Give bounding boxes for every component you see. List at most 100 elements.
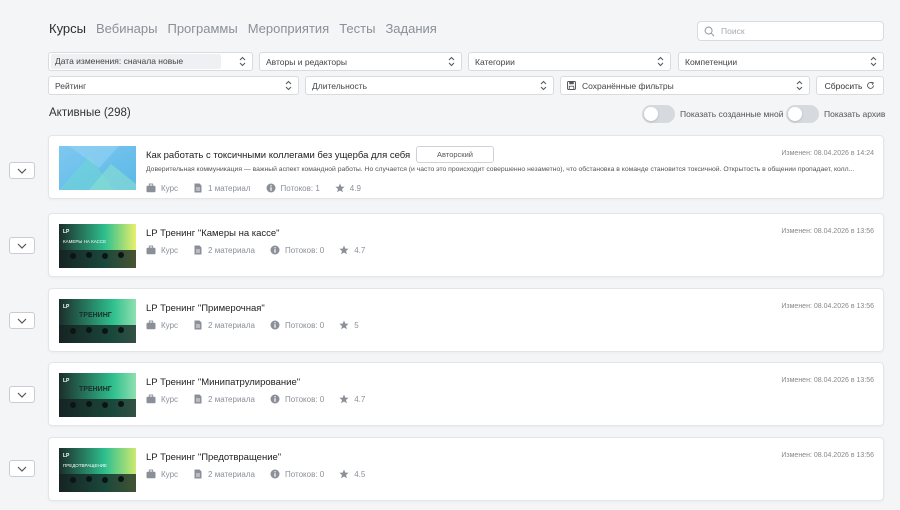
sort-select[interactable]: Дата изменения: сначала новые [48, 52, 253, 71]
course-meta: Курс 1 материал Потоков: 1 4.9 [146, 183, 376, 193]
course-type: Курс [161, 469, 179, 479]
categories-select[interactable]: Категории [468, 52, 671, 71]
modified-date: Изменен: 08.04.2026 в 13:56 [781, 452, 874, 459]
course-card[interactable]: Как работать с токсичными коллегами без … [48, 135, 884, 199]
updown-chevron-icon [540, 80, 547, 91]
svg-text:ПРЕДОТВРАЩЕНИЕ: ПРЕДОТВРАЩЕНИЕ [63, 463, 107, 468]
materials-count: 1 материал [208, 183, 251, 193]
materials-count: 2 материала [208, 320, 255, 330]
authors-select-value: Авторы и редакторы [266, 56, 347, 67]
course-meta: Курс 2 материала Потоков: 0 4.7 [146, 245, 380, 255]
streams-count: Потоков: 0 [284, 245, 325, 255]
categories-select-value: Категории [475, 56, 515, 67]
rating-select[interactable]: Рейтинг [48, 76, 299, 95]
course-rating: 4.5 [354, 469, 366, 479]
modified-date: Изменен: 08.04.2026 в 13:56 [781, 303, 874, 310]
reset-button[interactable]: Сбросить [816, 76, 884, 95]
star-icon [339, 394, 349, 404]
saved-filters-select[interactable]: Сохранённые фильтры [560, 76, 810, 95]
course-type: Курс [161, 394, 179, 404]
tab-tasks[interactable]: Задания [385, 21, 436, 36]
toggle-archive-label: Показать архив [824, 109, 886, 119]
document-icon [194, 245, 202, 255]
star-icon [339, 245, 349, 255]
svg-text:LP: LP [63, 453, 70, 459]
course-thumbnail: КАМЕРЫ НА КАССЕ LP [59, 224, 136, 268]
refresh-icon [867, 81, 875, 89]
course-type: Курс [161, 245, 179, 255]
info-icon [270, 320, 280, 330]
star-icon [335, 183, 345, 193]
course-thumbnail: LP ТРЕНИНГ [59, 373, 136, 417]
authors-select[interactable]: Авторы и редакторы [259, 52, 462, 71]
sort-select-value: Дата изменения: сначала новые [51, 54, 221, 69]
toggle-mine-switch[interactable] [642, 105, 675, 123]
updown-chevron-icon [239, 56, 246, 67]
saved-filters-value: Сохранённые фильтры [582, 80, 674, 91]
streams-count: Потоков: 0 [284, 469, 325, 479]
course-title: LP Тренинг "Примерочная" [146, 303, 265, 314]
expand-button[interactable] [9, 460, 35, 477]
course-type: Курс [161, 183, 179, 193]
course-thumbnail: LP ТРЕНИНГ [59, 299, 136, 343]
tab-tests[interactable]: Тесты [339, 21, 375, 36]
expand-button[interactable] [9, 237, 35, 254]
streams-count: Потоков: 1 [280, 183, 320, 193]
course-meta: Курс 2 материала Потоков: 0 4.7 [146, 394, 380, 404]
course-title: LP Тренинг "Предотвращение" [146, 452, 282, 463]
course-rating: 4.7 [354, 394, 366, 404]
star-icon [339, 320, 349, 330]
competencies-select[interactable]: Компетенции [678, 52, 884, 71]
course-meta: Курс 2 материала Потоков: 0 5 [146, 320, 374, 330]
chevron-down-icon [17, 466, 27, 472]
star-icon [339, 469, 349, 479]
updown-chevron-icon [796, 80, 803, 91]
tab-events[interactable]: Мероприятия [248, 21, 330, 36]
chevron-down-icon [17, 243, 27, 249]
briefcase-icon [146, 394, 156, 404]
materials-count: 2 материала [208, 245, 255, 255]
search-input[interactable] [721, 26, 871, 36]
duration-select-value: Длительность [312, 80, 368, 91]
course-card[interactable]: LP ПРЕДОТВРАЩЕНИЕ LP Тренинг "Предотвращ… [48, 437, 884, 501]
updown-chevron-icon [870, 56, 877, 67]
tab-webinars[interactable]: Вебинары [96, 21, 157, 36]
chevron-down-icon [17, 168, 27, 174]
course-card[interactable]: LP ТРЕНИНГ LP Тренинг "Примерочная" Изме… [48, 288, 884, 352]
search-box [697, 21, 884, 41]
duration-select[interactable]: Длительность [305, 76, 554, 95]
info-icon [270, 469, 280, 479]
document-icon [194, 394, 202, 404]
expand-button[interactable] [9, 312, 35, 329]
svg-text:ТРЕНИНГ: ТРЕНИНГ [79, 386, 112, 393]
course-meta: Курс 2 материала Потоков: 0 4.5 [146, 469, 380, 479]
svg-text:LP: LP [63, 304, 70, 310]
modified-date: Изменен: 08.04.2026 в 13:56 [781, 377, 874, 384]
course-title: Как работать с токсичными коллегами без … [146, 150, 411, 161]
expand-button[interactable] [9, 162, 35, 179]
modified-date: Изменен: 08.04.2026 в 13:56 [781, 228, 874, 235]
tab-courses[interactable]: Курсы [49, 21, 86, 36]
course-type: Курс [161, 320, 179, 330]
tab-programs[interactable]: Программы [167, 21, 237, 36]
rating-select-value: Рейтинг [55, 80, 87, 91]
updown-chevron-icon [448, 56, 455, 67]
svg-text:LP: LP [63, 378, 70, 384]
course-title: LP Тренинг "Камеры на кассе" [146, 228, 280, 239]
expand-button[interactable] [9, 386, 35, 403]
save-icon [567, 81, 576, 90]
course-card[interactable]: LP ТРЕНИНГ LP Тренинг "Минипатрулировани… [48, 362, 884, 426]
svg-text:КАМЕРЫ НА КАССЕ: КАМЕРЫ НА КАССЕ [63, 239, 106, 244]
content-tabs: Курсы Вебинары Программы Мероприятия Тес… [49, 21, 437, 36]
document-icon [194, 320, 202, 330]
toggle-mine: Показать созданные мной [642, 105, 783, 123]
toggle-archive-switch[interactable] [786, 105, 819, 123]
materials-count: 2 материала [208, 469, 255, 479]
competencies-select-value: Компетенции [685, 56, 738, 67]
course-rating: 4.7 [354, 245, 366, 255]
info-icon [266, 183, 276, 193]
modified-date: Изменен: 08.04.2026 в 14:24 [781, 150, 874, 157]
document-icon [194, 183, 202, 193]
reset-label: Сбросить [824, 80, 863, 91]
course-card[interactable]: КАМЕРЫ НА КАССЕ LP LP Тренинг "Камеры на… [48, 213, 884, 277]
